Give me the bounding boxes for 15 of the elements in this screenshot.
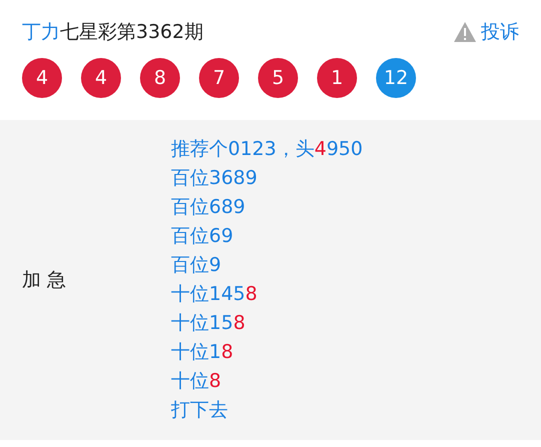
tip-line: 打下去 — [171, 398, 229, 423]
tip-line: 百位9 — [171, 253, 222, 278]
tip-line: 十位18 — [171, 340, 234, 365]
tip-line: 百位69 — [171, 224, 234, 249]
tip-line: 十位8 — [171, 369, 222, 394]
warning-icon — [453, 21, 477, 43]
complaint-button[interactable]: 投诉 — [453, 18, 519, 46]
tip-line: 十位158 — [171, 311, 246, 336]
tip-line: 百位3689 — [171, 166, 258, 191]
issue-title: 七星彩第3362期 — [60, 20, 204, 45]
tip-line: 百位689 — [171, 195, 246, 220]
author-link[interactable]: 丁力 — [22, 18, 60, 46]
row-label: 加 急 — [21, 268, 68, 293]
tip-line: 推荐个0123，头4950 — [171, 137, 363, 162]
tip-line: 十位1458 — [171, 282, 258, 307]
